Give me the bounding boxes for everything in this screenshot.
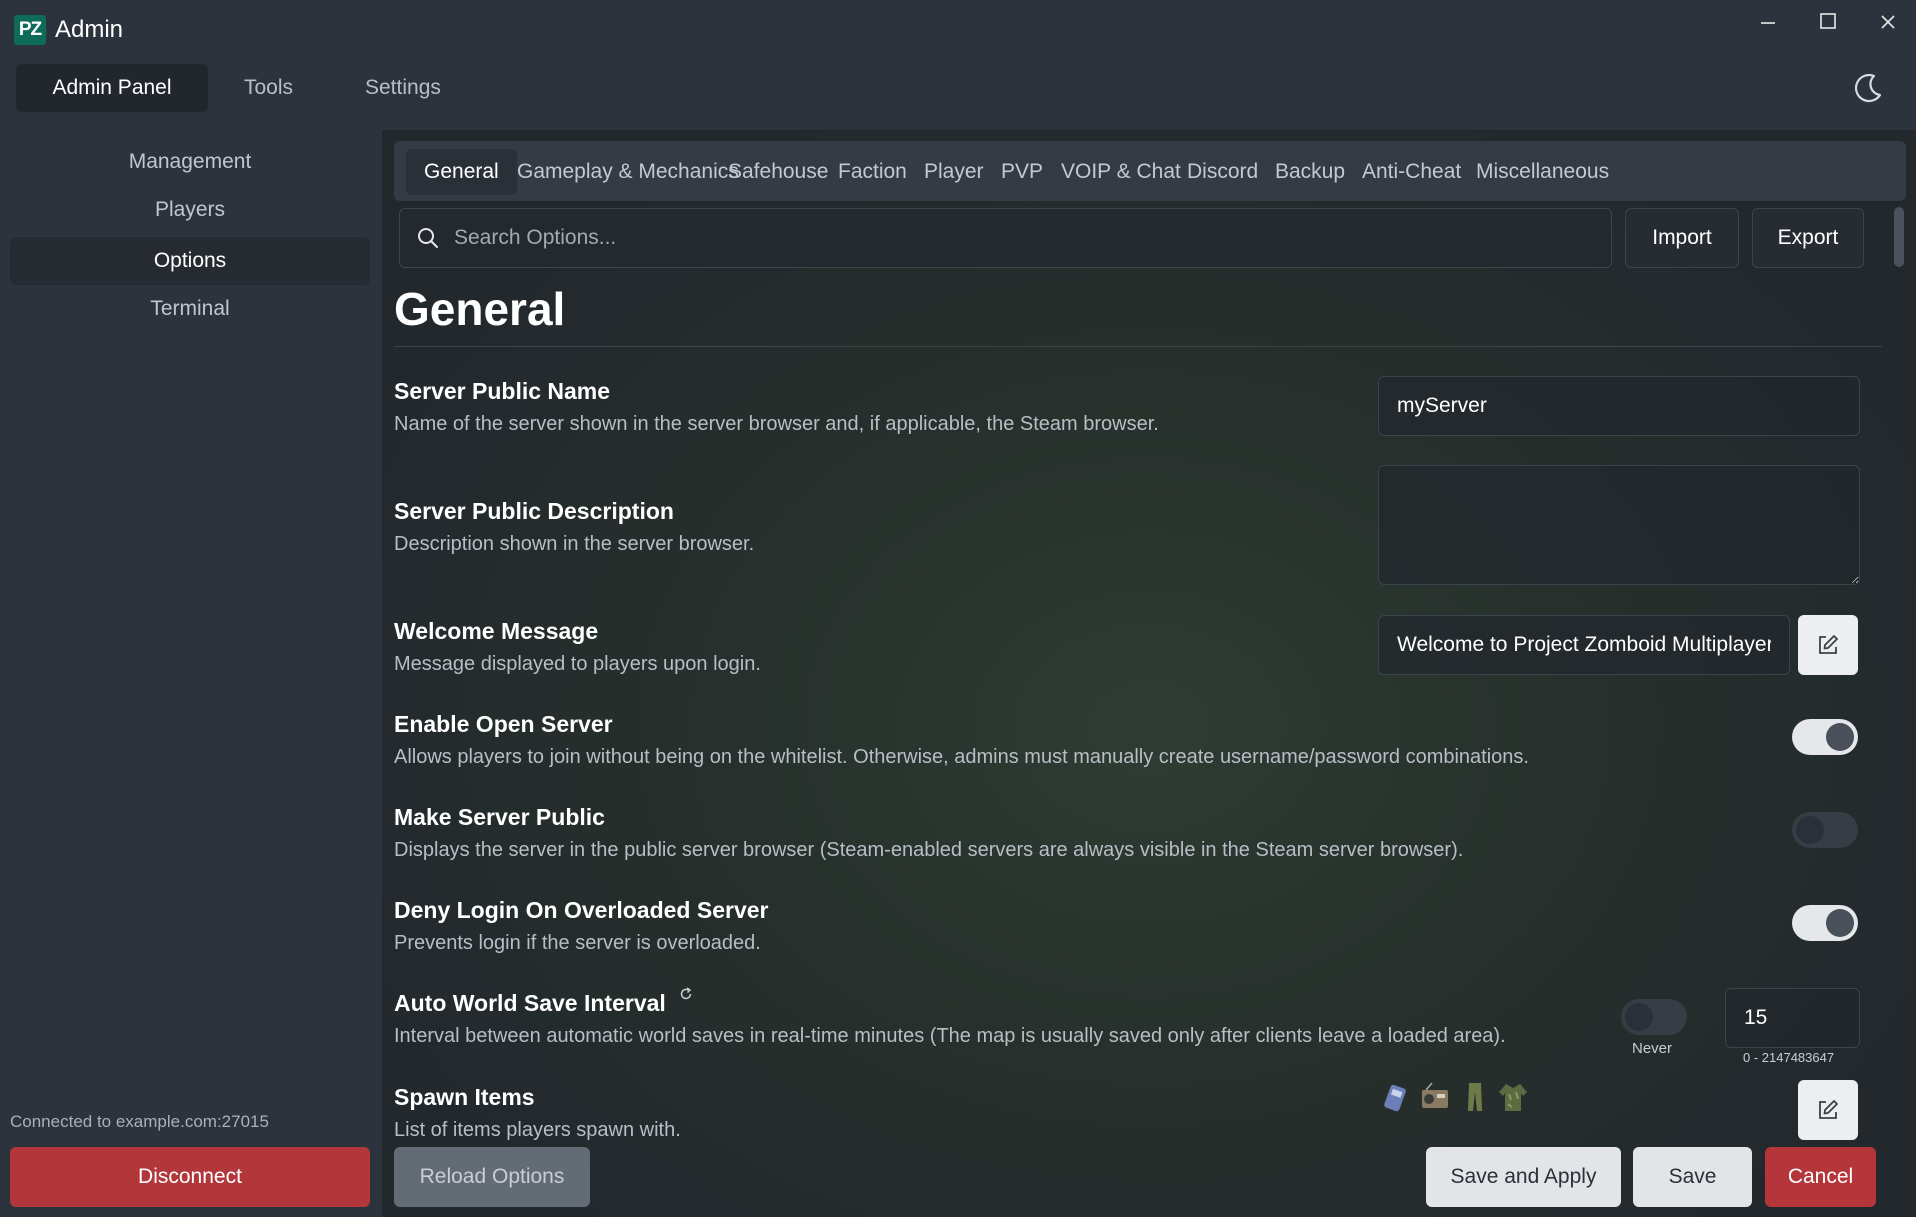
- tab-miscellaneous[interactable]: Miscellaneous: [1458, 149, 1627, 195]
- sidebar: Management Players Options Terminal: [0, 130, 380, 1217]
- scrollbar-thumb[interactable]: [1894, 207, 1904, 267]
- save-and-apply-button[interactable]: Save and Apply: [1426, 1147, 1621, 1207]
- moon-icon: [1854, 73, 1882, 103]
- option-title: Deny Login On Overloaded Server: [394, 897, 769, 923]
- option-title: Server Public Name: [394, 378, 611, 404]
- toggle-knob: [1826, 723, 1854, 751]
- edit-welcome-message-button[interactable]: [1798, 615, 1858, 675]
- option-description: Interval between automatic world saves i…: [394, 1025, 1506, 1047]
- deny-login-overloaded-toggle[interactable]: [1792, 905, 1858, 941]
- cancel-button[interactable]: Cancel: [1765, 1147, 1876, 1207]
- option-title: Enable Open Server: [394, 711, 613, 737]
- title-bar: PZ Admin: [0, 0, 1916, 58]
- jacket-icon: [1499, 1084, 1527, 1111]
- disconnect-button[interactable]: Disconnect: [10, 1147, 370, 1207]
- edit-icon: [1819, 635, 1838, 654]
- save-button[interactable]: Save: [1633, 1147, 1752, 1207]
- toggle-knob: [1625, 1003, 1653, 1031]
- range-hint: 0 - 2147483647: [1743, 1050, 1835, 1065]
- option-title: Auto World Save Interval: [394, 987, 694, 1017]
- sidebar-item-terminal[interactable]: Terminal: [10, 285, 370, 333]
- close-icon: [1881, 15, 1895, 29]
- topnav-tools[interactable]: Tools: [208, 64, 329, 112]
- edit-icon: [1819, 1100, 1838, 1119]
- never-label: Never: [1632, 1040, 1673, 1057]
- theme-toggle-button[interactable]: [1848, 68, 1888, 108]
- reset-icon[interactable]: [678, 986, 694, 1002]
- auto-save-never-toggle[interactable]: [1621, 999, 1687, 1035]
- search-options: [399, 208, 1612, 268]
- divider: [394, 346, 1882, 347]
- option-description: Description shown in the server browser.: [394, 533, 755, 555]
- option-title: Spawn Items: [394, 1084, 535, 1110]
- minimize-button[interactable]: [1746, 8, 1790, 38]
- toggle-knob: [1796, 816, 1824, 844]
- option-description: Prevents login if the server is overload…: [394, 932, 761, 954]
- maximize-button[interactable]: [1806, 8, 1850, 38]
- import-button[interactable]: Import: [1625, 208, 1739, 268]
- sidebar-item-options[interactable]: Options: [10, 237, 370, 285]
- toggle-knob: [1826, 909, 1854, 937]
- export-button[interactable]: Export: [1752, 208, 1864, 268]
- auto-save-interval-input[interactable]: [1725, 988, 1860, 1048]
- make-server-public-toggle[interactable]: [1792, 812, 1858, 848]
- app-title: Admin: [55, 16, 124, 43]
- option-description: Displays the server in the public server…: [394, 839, 1464, 861]
- section-title: General: [394, 283, 566, 335]
- sidebar-item-players[interactable]: Players: [10, 186, 370, 234]
- option-description: Name of the server shown in the server b…: [394, 413, 1159, 435]
- option-title-text: Auto World Save Interval: [394, 990, 666, 1016]
- search-input[interactable]: [454, 209, 1594, 267]
- option-description: List of items players spawn with.: [394, 1119, 681, 1141]
- server-public-description-textarea[interactable]: [1378, 465, 1860, 585]
- minimize-icon: [1761, 22, 1775, 24]
- reload-options-button[interactable]: Reload Options: [394, 1147, 590, 1207]
- enable-open-server-toggle[interactable]: [1792, 719, 1858, 755]
- welcome-message-input[interactable]: [1378, 615, 1790, 675]
- topnav-admin-panel[interactable]: Admin Panel: [16, 64, 208, 112]
- option-title: Make Server Public: [394, 804, 605, 830]
- edit-spawn-items-button[interactable]: [1798, 1080, 1858, 1140]
- option-description: Allows players to join without being on …: [394, 746, 1529, 768]
- app-logo: PZ: [14, 15, 46, 45]
- option-title: Server Public Description: [394, 498, 674, 524]
- option-description: Message displayed to players upon login.: [394, 653, 761, 675]
- radio-icon: [1422, 1082, 1448, 1108]
- search-icon: [418, 228, 438, 248]
- options-tab-bar: General Gameplay & Mechanics Safehouse F…: [394, 141, 1906, 201]
- maximize-icon: [1820, 13, 1836, 29]
- pants-icon: [1468, 1083, 1482, 1111]
- close-button[interactable]: [1866, 8, 1910, 38]
- sidebar-item-management[interactable]: Management: [10, 138, 370, 186]
- walkie-talkie-icon: [1384, 1084, 1406, 1112]
- connection-status: Connected to example.com:27015: [10, 1112, 269, 1131]
- topnav-settings[interactable]: Settings: [329, 64, 477, 112]
- scrollbar[interactable]: [1892, 205, 1906, 1140]
- option-title: Welcome Message: [394, 618, 599, 644]
- options-panel: General Gameplay & Mechanics Safehouse F…: [382, 130, 1916, 1217]
- server-public-name-input[interactable]: [1378, 376, 1860, 436]
